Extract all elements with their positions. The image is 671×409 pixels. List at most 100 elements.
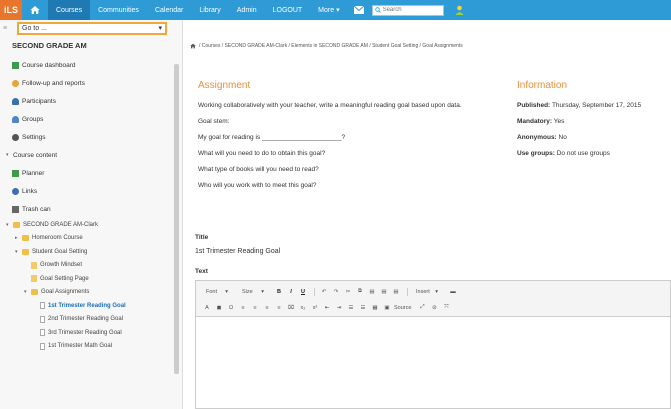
sidebar-item-participants[interactable]: Participants bbox=[0, 92, 182, 110]
font-select[interactable]: Font ▾ bbox=[202, 289, 232, 295]
remove-format-icon[interactable]: ⌧ bbox=[286, 305, 296, 311]
bullet-list-icon[interactable]: ☰ bbox=[358, 305, 368, 311]
participants-icon bbox=[12, 97, 19, 105]
subscript-icon[interactable]: x₂ bbox=[298, 305, 308, 311]
numbered-list-icon[interactable]: ☰ bbox=[346, 305, 356, 311]
tree-item[interactable]: ▾ SECOND GRADE AM-Clark bbox=[0, 218, 182, 232]
reports-icon bbox=[12, 79, 19, 87]
tree-item-label: 1st Trimester Reading Goal bbox=[48, 302, 126, 309]
superscript-icon[interactable]: x² bbox=[310, 305, 320, 311]
link-icon[interactable]: ⊘ bbox=[429, 305, 439, 311]
nav-calendar[interactable]: Calendar bbox=[147, 0, 191, 20]
table-icon[interactable]: ▦ bbox=[370, 305, 380, 311]
chevron-down-icon[interactable]: ▾ bbox=[6, 222, 12, 228]
paste-text-icon[interactable]: ▤ bbox=[379, 289, 389, 295]
tree-item-label: Goal Setting Page bbox=[40, 275, 89, 282]
insert-select[interactable]: Insert ▾ bbox=[412, 289, 442, 295]
sidebar-item-links[interactable]: Links bbox=[0, 182, 182, 200]
sidebar-item-label: Follow-up and reports bbox=[22, 79, 85, 87]
nav-library[interactable]: Library bbox=[191, 0, 228, 20]
source-icon[interactable]: ▣ bbox=[382, 305, 392, 311]
size-select-label: Size bbox=[242, 288, 253, 295]
font-select-label: Font bbox=[206, 288, 218, 295]
nav-communities[interactable]: Communities bbox=[90, 0, 147, 20]
home-icon[interactable] bbox=[190, 43, 196, 49]
tree-item[interactable]: 2nd Trimester Reading Goal bbox=[0, 313, 182, 327]
mandatory-info: Mandatory: Yes bbox=[517, 117, 667, 126]
tree-item[interactable]: ▸ Homeroom Course bbox=[0, 232, 182, 246]
background-color-icon[interactable]: ◼ bbox=[214, 305, 224, 311]
outdent-icon[interactable]: ⇤ bbox=[322, 305, 332, 311]
nav-logout[interactable]: LOGOUT bbox=[265, 0, 311, 20]
title-value[interactable]: 1st Trimester Reading Goal bbox=[195, 248, 280, 255]
tree-item[interactable]: ▾ Goal Assignments bbox=[0, 286, 182, 300]
goto-label: Go to ... bbox=[22, 24, 47, 32]
paste-icon[interactable]: ▤ bbox=[367, 289, 377, 295]
tree-item-label: 1st Trimester Math Goal bbox=[48, 343, 113, 350]
sidebar-item-trash[interactable]: Trash can bbox=[0, 200, 182, 218]
anonymous-value: No bbox=[558, 134, 567, 141]
indent-icon[interactable]: ⇥ bbox=[334, 305, 344, 311]
search-box[interactable] bbox=[371, 4, 444, 16]
sidebar-item-planner[interactable]: Planner bbox=[0, 164, 182, 182]
align-right-icon[interactable]: ≡ bbox=[262, 305, 272, 311]
sidebar-item-settings[interactable]: Settings bbox=[0, 128, 182, 146]
align-center-icon[interactable]: ≡ bbox=[250, 305, 260, 311]
mail-icon[interactable] bbox=[352, 0, 366, 20]
search-input[interactable] bbox=[382, 7, 443, 13]
sidebar-item-label: Links bbox=[22, 187, 38, 195]
align-justify-icon[interactable]: ≡ bbox=[274, 305, 284, 311]
tree-item[interactable]: 1st Trimester Reading Goal bbox=[0, 299, 182, 313]
toolbar-divider bbox=[407, 287, 408, 296]
goto-row: ≡ Go to ... ▾ bbox=[0, 20, 182, 36]
home-icon[interactable] bbox=[22, 0, 48, 20]
redo-icon[interactable]: ↷ bbox=[331, 289, 341, 295]
sidebar-scrollbar[interactable] bbox=[174, 64, 179, 374]
cut-icon[interactable]: ✂ bbox=[343, 289, 353, 295]
rich-text-editor[interactable]: Font ▾ Size ▾ B I U ↶ ↷ ✂ ⧉ ▤ ▤ ▤ Insert ▾ … bbox=[195, 280, 671, 409]
nav-more[interactable]: More ▾ bbox=[310, 0, 347, 20]
source-label[interactable]: Source bbox=[394, 305, 411, 311]
italic-button[interactable]: I bbox=[286, 289, 296, 295]
course-content-toggle[interactable]: ▾ Course content bbox=[0, 146, 182, 164]
special-char-icon[interactable]: Ω bbox=[226, 305, 236, 311]
copy-icon[interactable]: ⧉ bbox=[355, 288, 365, 295]
trash-icon bbox=[12, 205, 19, 213]
question-3: Who will you work with to meet this goal… bbox=[198, 182, 317, 189]
tree-item[interactable]: Goal Setting Page bbox=[0, 272, 182, 286]
chevron-right-icon[interactable]: ▸ bbox=[15, 235, 21, 241]
tree-item[interactable]: ▾ Student Goal Setting bbox=[0, 245, 182, 259]
app-logo[interactable]: iLS bbox=[0, 0, 22, 20]
breadcrumb: / Courses / SECOND GRADE AM-Clark / Elem… bbox=[190, 39, 671, 53]
fullscreen-icon[interactable]: ⤢ bbox=[417, 304, 427, 311]
user-icon[interactable] bbox=[454, 0, 466, 20]
insert-select-label: Insert bbox=[416, 288, 430, 295]
folder-icon bbox=[22, 248, 29, 255]
chevron-down-icon: ▾ bbox=[225, 288, 228, 295]
tree-item-label: Growth Mindset bbox=[40, 262, 83, 269]
anonymous-label: Anonymous: bbox=[517, 134, 557, 141]
tree-item[interactable]: 3rd Trimester Reading Goal bbox=[0, 326, 182, 340]
collapse-sidebar-icon[interactable]: ≡ bbox=[3, 25, 17, 32]
horizontal-line-icon[interactable]: ▬ bbox=[448, 289, 458, 295]
chevron-down-icon[interactable]: ▾ bbox=[15, 249, 21, 255]
size-select[interactable]: Size ▾ bbox=[238, 289, 268, 295]
chevron-down-icon[interactable]: ▾ bbox=[24, 289, 30, 295]
tree-item[interactable]: Growth Mindset bbox=[0, 259, 182, 273]
breadcrumb-path[interactable]: / Courses / SECOND GRADE AM-Clark / Elem… bbox=[199, 43, 463, 49]
nav-admin[interactable]: Admin bbox=[229, 0, 265, 20]
sidebar-item-label: Participants bbox=[22, 97, 56, 105]
paste-word-icon[interactable]: ▤ bbox=[391, 289, 401, 295]
sidebar-item-course-dashboard[interactable]: Course dashboard bbox=[0, 56, 182, 74]
bold-button[interactable]: B bbox=[274, 289, 284, 295]
sidebar-item-groups[interactable]: Groups bbox=[0, 110, 182, 128]
sidebar-item-follow-up[interactable]: Follow-up and reports bbox=[0, 74, 182, 92]
align-left-icon[interactable]: ≡ bbox=[238, 305, 248, 311]
undo-icon[interactable]: ↶ bbox=[319, 289, 329, 295]
goto-select[interactable]: Go to ... ▾ bbox=[17, 21, 167, 35]
maximize-icon[interactable]: ⤧ bbox=[441, 304, 451, 311]
text-color-icon[interactable]: A bbox=[202, 305, 212, 311]
tree-item[interactable]: 1st Trimester Math Goal bbox=[0, 340, 182, 354]
nav-courses[interactable]: Courses bbox=[48, 0, 91, 20]
underline-button[interactable]: U bbox=[298, 289, 308, 295]
